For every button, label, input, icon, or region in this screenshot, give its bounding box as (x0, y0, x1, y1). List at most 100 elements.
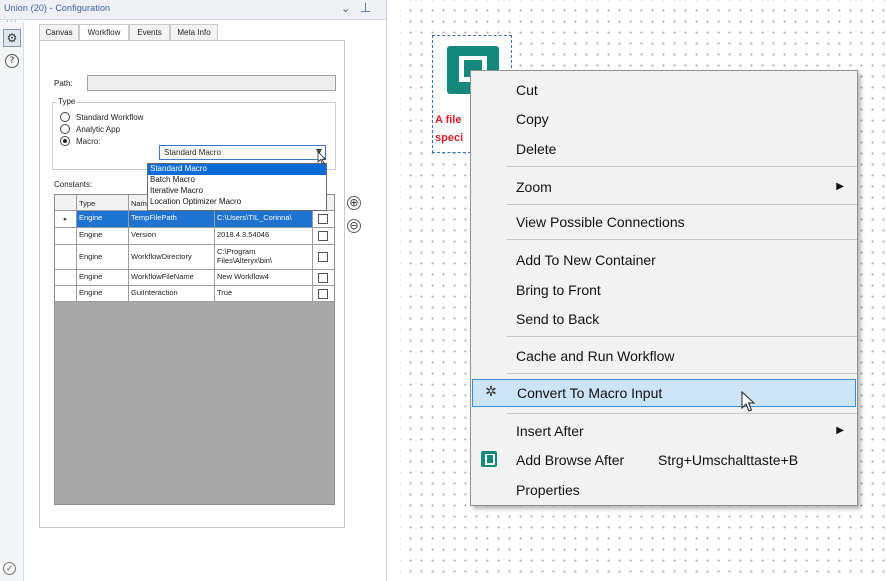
menu-item-add-browse-after[interactable]: Add Browse After Strg+Umschalttaste+B (472, 447, 856, 473)
tab-canvas[interactable]: Canvas (39, 24, 79, 40)
menu-item-label: View Possible Connections (516, 214, 685, 230)
dropdown-option-batch-macro[interactable]: Batch Macro (148, 175, 326, 186)
mouse-pointer-icon (741, 391, 756, 412)
row-pointer-icon: ▸ (55, 211, 77, 227)
menu-item-delete[interactable]: Delete (472, 136, 856, 162)
menu-item-shortcut: Strg+Umschalttaste+B (658, 452, 799, 468)
cell-name[interactable]: Version (129, 228, 215, 244)
cell-name[interactable]: WorkflowFileName (129, 270, 215, 285)
cell-name[interactable]: GuiInteraction (129, 286, 215, 301)
cell-value[interactable]: C:\Program Files\Alteryx\bin\ (215, 245, 313, 269)
path-input[interactable] (87, 75, 336, 91)
row-checkbox[interactable] (318, 289, 328, 299)
cell-value[interactable]: C:\Users\TIL_Corinna\ (215, 211, 313, 227)
pin-icon[interactable]: ⊥ (360, 1, 371, 16)
radio-macro[interactable] (60, 136, 70, 146)
cell-type[interactable]: Engine (77, 270, 129, 285)
config-side-toolbar: ··· ⚙ ? ✓ (0, 17, 24, 581)
row-checkbox[interactable] (318, 273, 328, 283)
constants-label: Constants: (54, 180, 93, 189)
add-constant-button[interactable]: ⊕ (347, 196, 361, 210)
submenu-arrow-icon: ▶ (836, 425, 844, 436)
cell-value[interactable]: True (215, 286, 313, 301)
remove-constant-button[interactable]: ⊖ (347, 219, 361, 233)
type-legend: Type (57, 97, 77, 106)
cell-type[interactable]: Engine (77, 245, 129, 269)
browse-tool-icon (481, 451, 497, 467)
radio-analytic-app-label: Analytic App (76, 125, 121, 134)
radio-standard-workflow-label: Standard Workflow (76, 113, 144, 122)
table-row[interactable]: ▸ Engine TempFilePath C:\Users\TIL_Corin… (55, 211, 334, 228)
macro-type-select-value: Standard Macro (164, 148, 221, 157)
cell-value[interactable]: 2018.4.3.54046 (215, 228, 313, 244)
menu-item-label: Add Browse After (516, 452, 625, 468)
dropdown-option-location-optimizer-macro[interactable]: Location Optimizer Macro (148, 197, 326, 208)
row-checkbox[interactable] (318, 214, 328, 224)
path-label: Path: (54, 79, 73, 88)
configuration-title-bar: Union (20) - Configuration ⌄ ⊥ (0, 0, 386, 20)
dropdown-option-standard-macro[interactable]: Standard Macro (148, 164, 326, 175)
configuration-panel: Union (20) - Configuration ⌄ ⊥ ··· ⚙ ? ✓… (0, 0, 387, 581)
row-header (55, 286, 77, 301)
menu-separator (507, 166, 857, 167)
menu-item-cut[interactable]: Cut (472, 77, 856, 103)
cell-type[interactable]: Engine (77, 228, 129, 244)
row-checkbox[interactable] (318, 231, 328, 241)
collapse-chevron-icon[interactable]: ⌄ (341, 2, 350, 15)
menu-item-label: Bring to Front (516, 282, 601, 298)
dropdown-option-iterative-macro[interactable]: Iterative Macro (148, 186, 326, 197)
radio-standard-workflow[interactable] (60, 112, 70, 122)
cell-name[interactable]: TempFilePath (129, 211, 215, 227)
constants-grid: Type Name ▸ Engine TempFilePath C:\Users… (54, 194, 335, 505)
tab-meta-info[interactable]: Meta Info (170, 24, 218, 40)
menu-item-label: Cache and Run Workflow (516, 348, 675, 364)
mouse-pointer-icon (317, 151, 327, 165)
submenu-arrow-icon: ▶ (836, 181, 844, 192)
configuration-title: Union (20) - Configuration (4, 3, 111, 13)
menu-item-insert-after[interactable]: Insert After ▶ (472, 418, 856, 444)
menu-item-convert-to-macro-input[interactable]: ✲ Convert To Macro Input (472, 379, 856, 407)
radio-macro-label: Macro: (76, 137, 101, 146)
tool-error-line-1: A file (435, 114, 462, 126)
menu-item-label: Cut (516, 82, 538, 98)
menu-item-cache-and-run-workflow[interactable]: Cache and Run Workflow (472, 343, 856, 369)
row-header-corner (55, 195, 77, 210)
macro-input-icon: ✲ (485, 384, 497, 400)
table-row[interactable]: Engine WorkflowFileName New Workflow4 (55, 270, 334, 286)
cell-name[interactable]: WorkflowDirectory (129, 245, 215, 269)
menu-item-send-to-back[interactable]: Send to Back (472, 306, 856, 332)
cell-check (313, 245, 334, 269)
gear-icon[interactable]: ⚙ (3, 29, 21, 47)
tab-events[interactable]: Events (129, 24, 170, 40)
menu-item-bring-to-front[interactable]: Bring to Front (472, 277, 856, 303)
menu-separator (507, 239, 857, 240)
menu-item-label: Send to Back (516, 311, 600, 327)
context-menu: Cut Copy Delete Zoom ▶ View Possible Con… (470, 70, 858, 506)
more-dots-icon[interactable]: ··· (6, 17, 18, 27)
menu-item-view-possible-connections[interactable]: View Possible Connections (472, 209, 856, 235)
menu-item-label: Copy (516, 111, 549, 127)
macro-type-select[interactable]: Standard Macro ▼ (159, 145, 326, 160)
menu-item-properties[interactable]: Properties (472, 477, 856, 503)
column-header-type[interactable]: Type (77, 195, 129, 210)
menu-item-copy[interactable]: Copy (472, 106, 856, 132)
radio-selected-dot (63, 139, 67, 143)
cell-value[interactable]: New Workflow4 (215, 270, 313, 285)
menu-item-label: Zoom (516, 179, 552, 195)
table-row[interactable]: Engine WorkflowDirectory C:\Program File… (55, 245, 334, 270)
menu-item-add-to-new-container[interactable]: Add To New Container (472, 247, 856, 273)
cell-type[interactable]: Engine (77, 211, 129, 227)
table-row[interactable]: Engine GuiInteraction True (55, 286, 334, 302)
menu-item-label: Insert After (516, 423, 584, 439)
row-checkbox[interactable] (318, 252, 328, 262)
check-icon[interactable]: ✓ (3, 562, 16, 575)
cell-check (313, 228, 334, 244)
table-row[interactable]: Engine Version 2018.4.3.54046 (55, 228, 334, 245)
cell-check (313, 270, 334, 285)
menu-separator (507, 336, 857, 337)
help-icon[interactable]: ? (5, 54, 19, 68)
cell-type[interactable]: Engine (77, 286, 129, 301)
menu-item-zoom[interactable]: Zoom ▶ (472, 174, 856, 200)
tab-workflow[interactable]: Workflow (79, 24, 129, 41)
radio-analytic-app[interactable] (60, 124, 70, 134)
